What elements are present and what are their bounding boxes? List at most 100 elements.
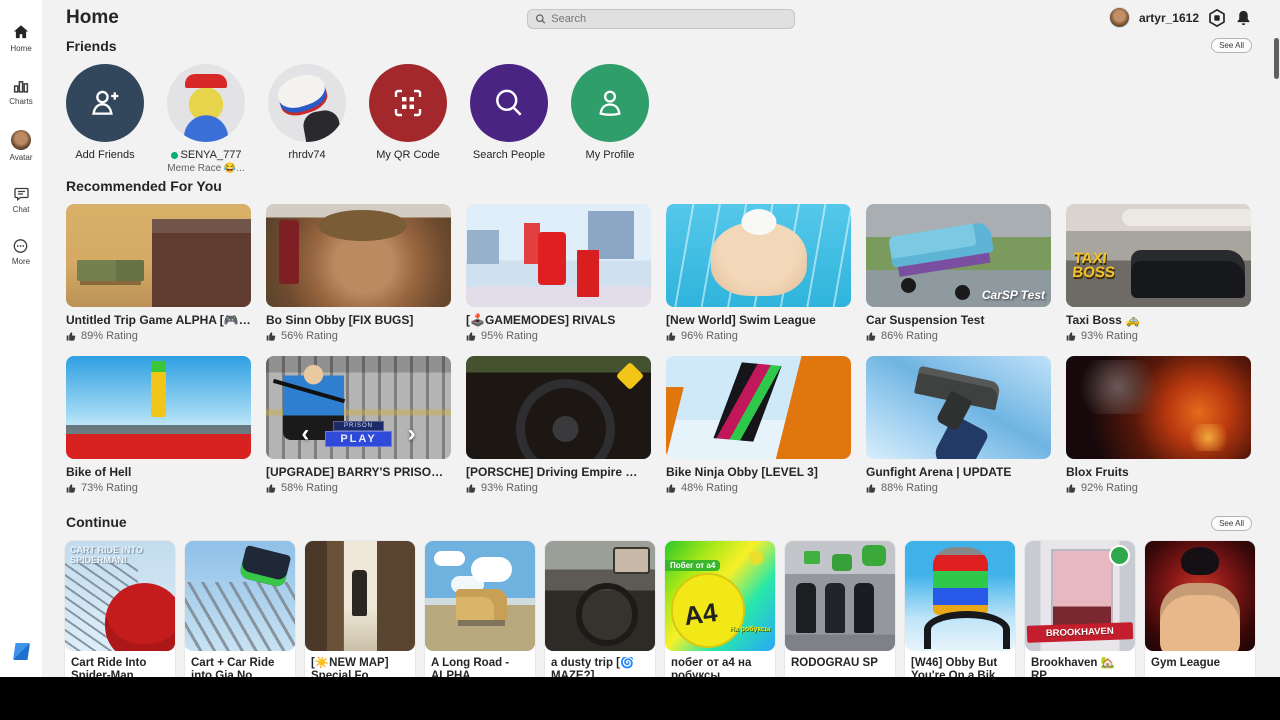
my-profile-circle <box>571 64 649 142</box>
page-title: Home <box>66 7 119 28</box>
home-icon <box>13 25 29 39</box>
friend-label: SENYA_777 <box>167 149 245 161</box>
friend-label: My Profile <box>585 149 635 161</box>
sidebar-item-charts[interactable]: Charts <box>9 77 33 106</box>
friend-status-text: Meme Race 😂... <box>167 163 245 174</box>
game-card[interactable]: [New World] Swim League 96% Rating <box>666 204 851 342</box>
game-card[interactable]: Blox Fruits 92% Rating <box>1066 356 1251 494</box>
game-thumbnail: CART RIDE INTO SPIDERMAN! <box>65 541 175 651</box>
thumbs-up-icon <box>266 483 276 493</box>
friend-tile-senya[interactable]: SENYA_777 Meme Race 😂... <box>167 64 245 174</box>
game-card[interactable]: CarSP Test Car Suspension Test 86% Ratin… <box>866 204 1051 342</box>
game-rating: 93% Rating <box>1066 330 1251 342</box>
sidebar-item-chat[interactable]: Chat <box>13 186 30 214</box>
notifications-bell-icon[interactable] <box>1235 9 1252 27</box>
friend-label: Search People <box>472 149 546 161</box>
thumbnail-banner-text: BROOKHAVEN <box>1026 622 1134 643</box>
game-card[interactable]: [🕹️GAMEMODES] RIVALS 95% Rating <box>466 204 651 342</box>
search-input[interactable] <box>551 13 787 25</box>
sidebar-item-label: Home <box>10 44 32 53</box>
sidebar-item-avatar[interactable]: Avatar <box>10 130 32 162</box>
game-thumbnail <box>545 541 655 651</box>
thumbs-up-icon <box>1066 483 1076 493</box>
user-cluster: artyr_1612 <box>1108 7 1252 28</box>
my-qr-code-tile[interactable]: My QR Code <box>369 64 447 174</box>
game-rating: 56% Rating <box>266 330 451 342</box>
search-icon <box>535 14 546 24</box>
game-card[interactable]: Bo Sinn Obby [FIX BUGS] 56% Rating <box>266 204 451 342</box>
game-card[interactable]: Bike Ninja Obby [LEVEL 3] 48% Rating <box>666 356 851 494</box>
continue-heading: Continue <box>66 514 127 530</box>
game-title: Untitled Trip Game ALPHA [🎮CO... <box>66 313 251 327</box>
continue-see-all-button[interactable]: See All <box>1211 516 1252 531</box>
thumbs-up-icon <box>1066 331 1076 341</box>
game-rating: 89% Rating <box>66 330 251 342</box>
carousel-next-icon[interactable]: › <box>408 421 416 445</box>
thumbnail-bottom-text: На робуксы <box>729 626 771 634</box>
game-thumbnail <box>305 541 415 651</box>
game-rating: 48% Rating <box>666 482 851 494</box>
bottom-black-bar <box>0 677 1280 720</box>
game-thumbnail <box>66 204 251 307</box>
game-thumbnail: Побег от а4 А4 На робуксы <box>665 541 775 651</box>
sidebar-item-label: More <box>11 257 31 266</box>
more-icon <box>14 239 28 253</box>
recommended-grid: Untitled Trip Game ALPHA [🎮CO... 89% Rat… <box>66 204 1280 494</box>
taskbar-app-icon[interactable] <box>13 643 30 660</box>
thumbnail-top-text: Побег от а4 <box>665 559 721 571</box>
game-rating: 96% Rating <box>666 330 851 342</box>
game-thumbnail <box>185 541 295 651</box>
game-title: Blox Fruits <box>1066 465 1129 479</box>
sidebar-item-more[interactable]: More <box>12 238 30 266</box>
game-card[interactable]: Gunfight Arena | UPDATE 88% Rating <box>866 356 1051 494</box>
friend-tile-rhrdv74[interactable]: rhrdv74 <box>268 64 346 174</box>
game-rating: 88% Rating <box>866 482 1051 494</box>
search-bar[interactable] <box>527 9 795 29</box>
game-title: [UPGRADE] BARRY'S PRISON RUN! <box>266 465 451 479</box>
play-button[interactable]: PLAY <box>325 430 392 447</box>
game-thumbnail: TAXI BOSS <box>1066 204 1251 307</box>
game-rating: 73% Rating <box>66 482 251 494</box>
game-thumbnail <box>425 541 535 651</box>
search-people-icon <box>496 89 522 116</box>
game-card[interactable]: ‹ PRISON PLAY › [UPGRADE] BARRY'S PRISON… <box>266 356 451 494</box>
friends-row: Add Friends SENYA_777 Meme Race 😂... rhr… <box>66 64 1280 174</box>
profile-person-icon <box>599 90 621 116</box>
game-card[interactable]: Untitled Trip Game ALPHA [🎮CO... 89% Rat… <box>66 204 251 342</box>
thumbs-up-icon <box>266 331 276 341</box>
online-status-dot <box>170 151 178 159</box>
search-people-tile[interactable]: Search People <box>470 64 548 174</box>
game-thumbnail: CarSP Test <box>866 204 1051 307</box>
game-thumbnail <box>866 356 1051 459</box>
robux-icon[interactable] <box>1208 8 1226 27</box>
game-rating: 58% Rating <box>266 482 451 494</box>
game-thumbnail <box>785 541 895 651</box>
friends-see-all-button[interactable]: See All <box>1211 38 1252 53</box>
game-card[interactable]: Bike of Hell 73% Rating <box>66 356 251 494</box>
thumbs-up-icon <box>66 331 76 341</box>
game-thumbnail <box>1145 541 1255 651</box>
game-card[interactable]: [PORSCHE] Driving Empire 🚗 Car ... 93% R… <box>466 356 651 494</box>
game-rating: 93% Rating <box>466 482 651 494</box>
game-title: Gunfight Arena | UPDATE <box>866 465 1012 479</box>
game-title: Bike Ninja Obby [LEVEL 3] <box>666 465 818 479</box>
thumbs-up-icon <box>866 331 876 341</box>
qr-code-circle <box>369 64 447 142</box>
user-avatar[interactable] <box>1108 7 1130 28</box>
carousel-prev-icon[interactable]: ‹ <box>301 421 309 445</box>
friend-label: Add Friends <box>75 149 135 161</box>
game-card[interactable]: TAXI BOSS Taxi Boss 🚕 93% Rating <box>1066 204 1251 342</box>
sidebar-item-home[interactable]: Home <box>10 24 32 53</box>
game-title: Car Suspension Test <box>866 313 985 327</box>
game-thumbnail <box>466 356 651 459</box>
scrollbar-thumb[interactable] <box>1274 38 1279 79</box>
my-profile-tile[interactable]: My Profile <box>571 64 649 174</box>
game-title: [New World] Swim League <box>666 313 816 327</box>
thumbnail-logo-text: TAXI BOSS <box>1071 250 1116 282</box>
game-title: Bike of Hell <box>66 465 132 479</box>
add-friends-tile[interactable]: Add Friends <box>66 64 144 174</box>
thumbs-up-icon <box>466 331 476 341</box>
thumbs-up-icon <box>666 483 676 493</box>
add-friend-icon <box>92 90 119 115</box>
game-thumbnail <box>266 204 451 307</box>
